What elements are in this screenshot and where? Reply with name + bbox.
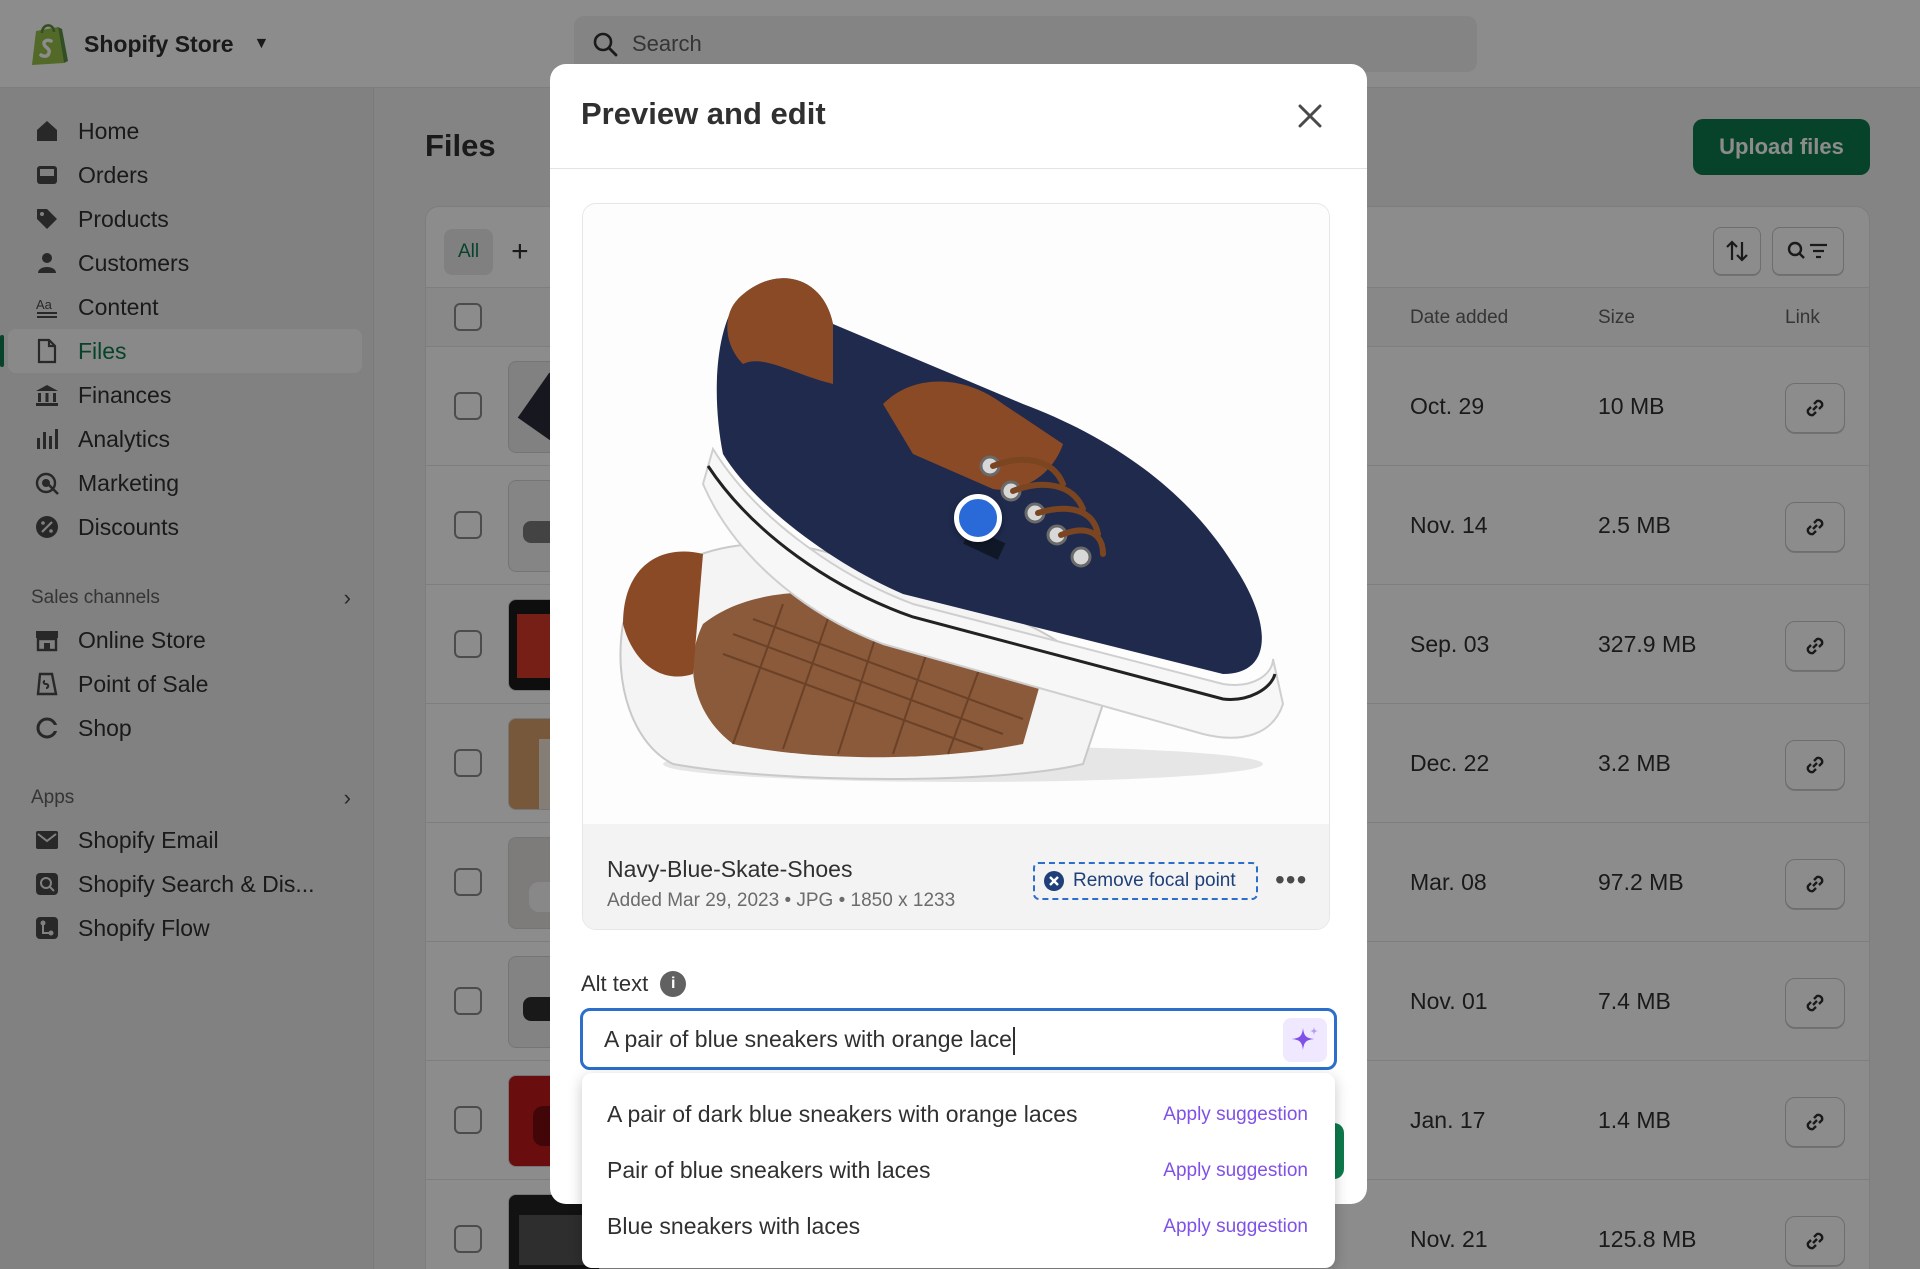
alt-text-suggestions: A pair of dark blue sneakers with orange… [582,1073,1335,1268]
alt-text-input[interactable]: A pair of blue sneakers with orange lace [580,1008,1337,1070]
alt-text-label-text: Alt text [581,971,649,996]
sparkle-icon [1292,1027,1318,1050]
file-name: Navy-Blue-Skate-Shoes [607,856,853,882]
close-button[interactable] [1290,96,1330,136]
remove-circle-icon [1044,871,1064,891]
suggestion-item[interactable]: Blue sneakers with laces Apply suggestio… [582,1199,1335,1255]
file-info: Navy-Blue-Skate-Shoes Added Mar 29, 2023… [583,824,1329,929]
generate-alt-text-button[interactable] [1283,1018,1327,1062]
apply-suggestion-link[interactable]: Apply suggestion [1163,1160,1308,1182]
suggestion-item[interactable]: Pair of blue sneakers with laces Apply s… [582,1143,1335,1199]
apply-suggestion-link[interactable]: Apply suggestion [1163,1104,1308,1126]
remove-focal-point-button[interactable]: Remove focal point [1033,862,1258,900]
alt-text-label: Alt text i [581,971,687,997]
suggestion-text: Pair of blue sneakers with laces [607,1157,931,1183]
text-caret [1012,1026,1015,1055]
focal-point-marker[interactable] [954,494,1002,542]
more-actions-button[interactable]: ••• [1275,864,1307,896]
suggestion-text: Blue sneakers with laces [607,1213,861,1239]
modal-header: Preview and edit [550,64,1367,169]
suggestion-item[interactable]: A pair of dark blue sneakers with orange… [582,1087,1335,1143]
alt-text-value: A pair of blue sneakers with orange lace [604,1026,1015,1055]
remove-focal-point-label: Remove focal point [1073,870,1236,891]
close-icon [1298,104,1322,128]
info-icon[interactable]: i [660,971,687,997]
image-preview-panel: Navy-Blue-Skate-Shoes Added Mar 29, 2023… [582,203,1330,930]
file-meta: Added Mar 29, 2023 • JPG • 1850 x 1233 [607,890,956,911]
modal-title: Preview and edit [581,96,826,131]
suggestion-text: A pair of dark blue sneakers with orange… [607,1101,1078,1127]
apply-suggestion-link[interactable]: Apply suggestion [1163,1216,1308,1238]
